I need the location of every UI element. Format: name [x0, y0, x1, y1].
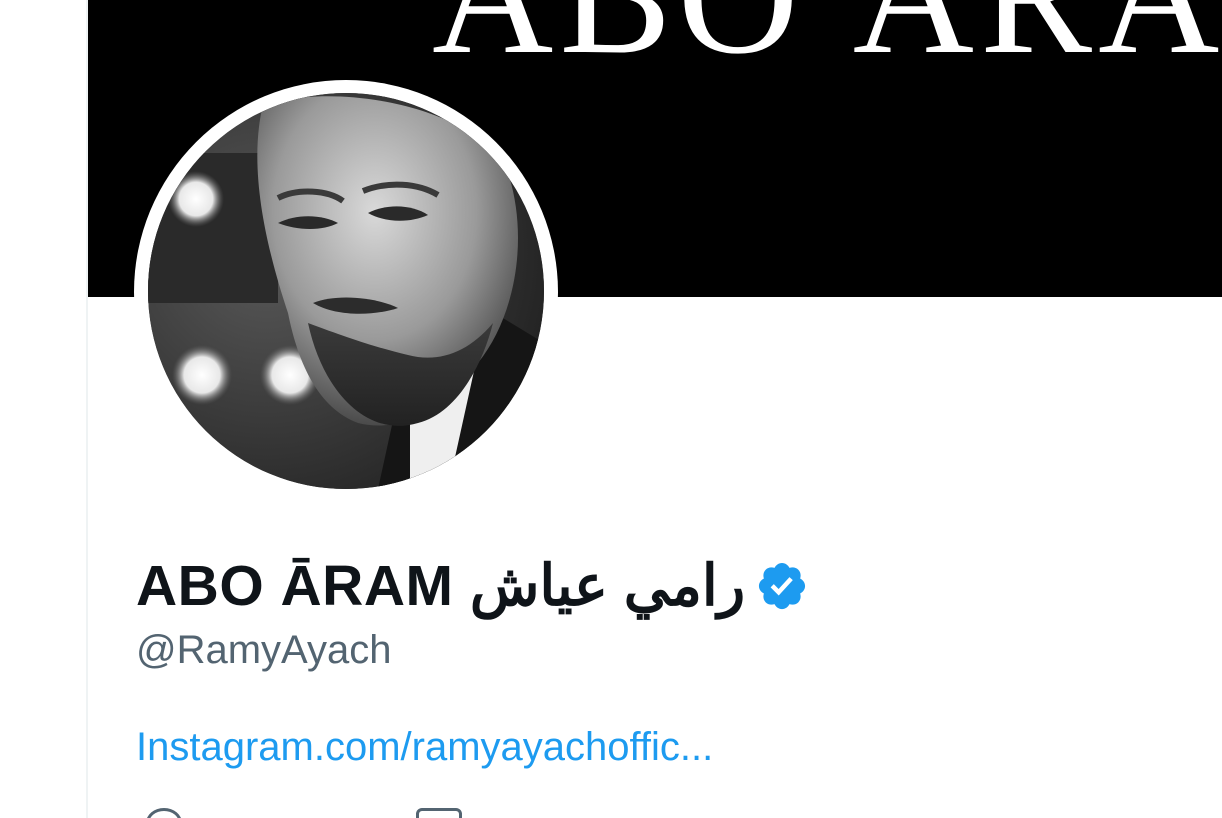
- left-gutter: [0, 0, 86, 818]
- calendar-icon: [416, 808, 462, 818]
- location-pin-icon: [146, 808, 182, 818]
- verified-check-icon[interactable]: [755, 559, 809, 613]
- avatar[interactable]: [148, 93, 544, 489]
- profile-meta-row: [136, 808, 536, 818]
- display-name: ABO ĀRAM رامي عياش: [136, 553, 809, 619]
- avatar-image: [148, 93, 544, 489]
- user-handle: @RamyAyach: [136, 628, 392, 672]
- display-name-text: ABO ĀRAM رامي عياش: [136, 554, 746, 618]
- profile-page: ABO ĀRAM رامي عياش @RamyAyach Instagram.…: [0, 0, 1222, 818]
- bio-link[interactable]: Instagram.com/ramyayachoffic...: [136, 725, 713, 770]
- banner-text: ABO ĀRA: [432, 0, 1222, 80]
